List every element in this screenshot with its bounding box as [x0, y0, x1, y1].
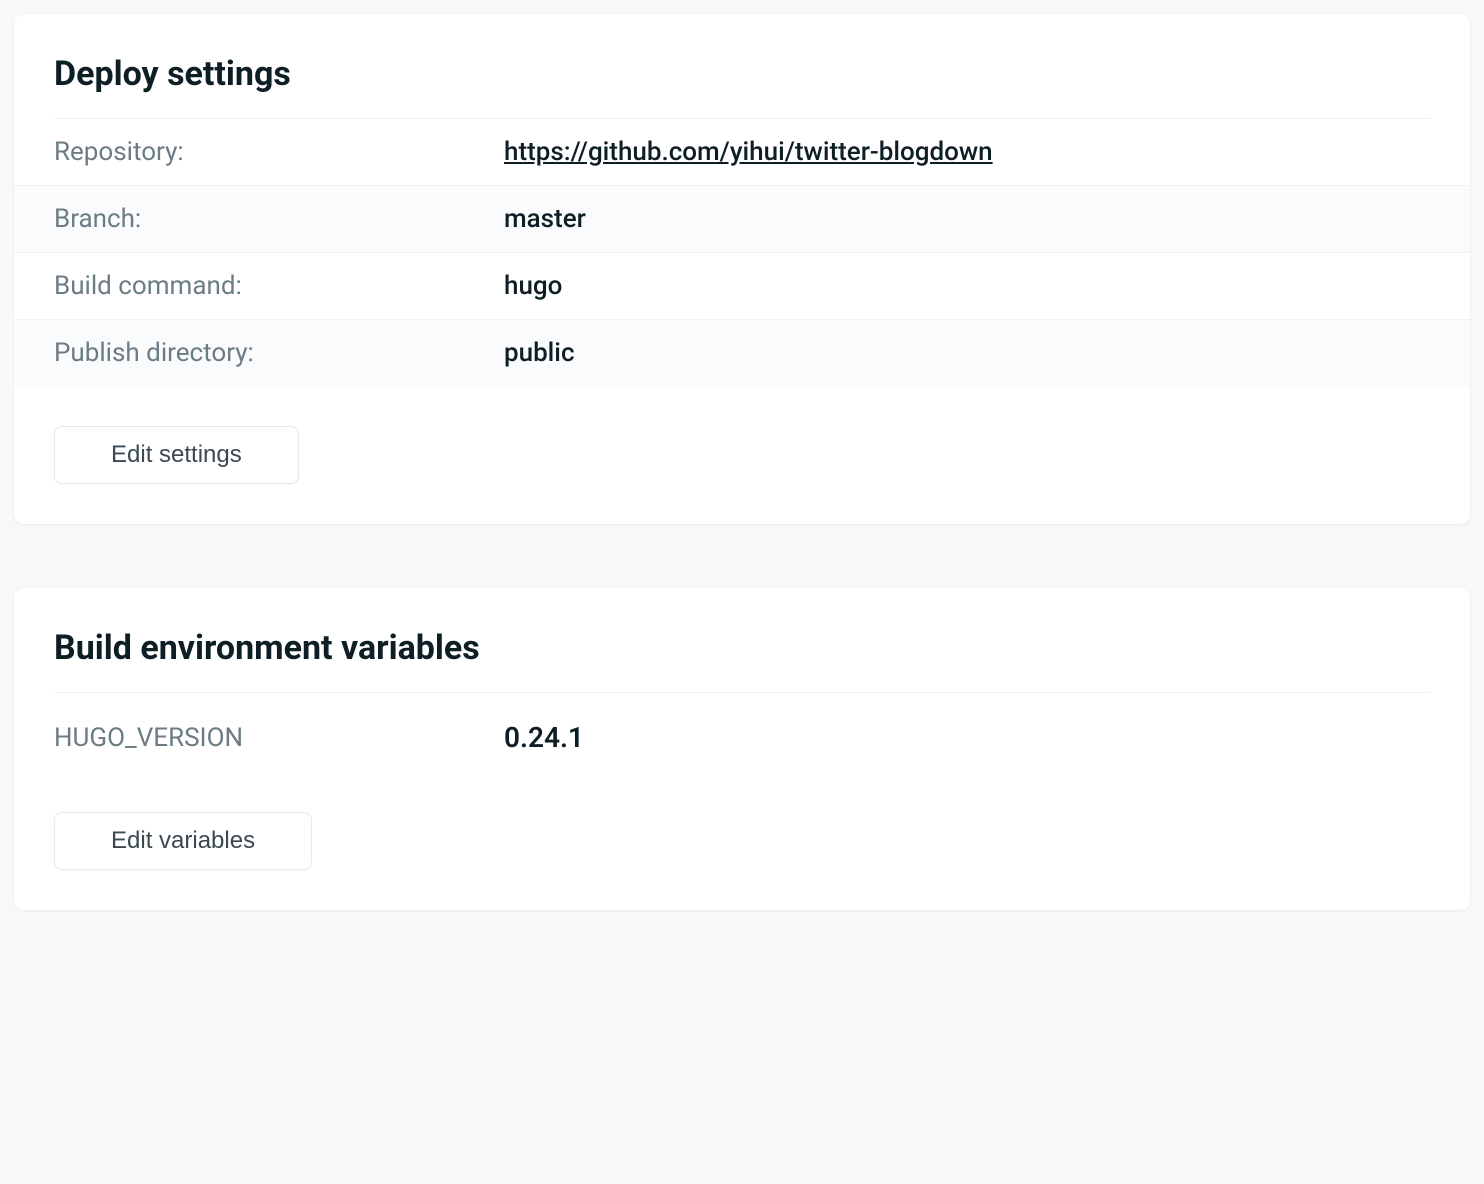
publish-directory-label: Publish directory: [54, 338, 504, 368]
edit-variables-button[interactable]: Edit variables [54, 812, 312, 870]
build-command-row: Build command: hugo [14, 253, 1470, 320]
branch-value: master [504, 204, 586, 234]
edit-settings-button[interactable]: Edit settings [54, 426, 299, 484]
branch-label: Branch: [54, 204, 504, 234]
deploy-settings-footer: Edit settings [54, 386, 1430, 484]
repository-link[interactable]: https://github.com/yihui/twitter-blogdow… [504, 137, 993, 167]
repository-label: Repository: [54, 137, 504, 167]
repository-row: Repository: https://github.com/yihui/twi… [14, 119, 1470, 186]
env-vars-title: Build environment variables [54, 628, 1430, 693]
deploy-settings-title: Deploy settings [54, 54, 1430, 119]
repository-value: https://github.com/yihui/twitter-blogdow… [504, 137, 993, 167]
branch-row: Branch: master [14, 186, 1470, 253]
env-vars-footer: Edit variables [54, 772, 1430, 870]
build-command-value: hugo [504, 271, 562, 301]
publish-directory-row: Publish directory: public [14, 320, 1470, 386]
publish-directory-value: public [504, 338, 575, 368]
env-var-label: HUGO_VERSION [54, 723, 504, 753]
env-vars-card: Build environment variables HUGO_VERSION… [14, 588, 1470, 910]
deploy-settings-rows: Repository: https://github.com/yihui/twi… [14, 119, 1470, 386]
env-var-row: HUGO_VERSION 0.24.1 [54, 693, 1430, 772]
env-var-value: 0.24.1 [504, 721, 584, 754]
deploy-settings-card: Deploy settings Repository: https://gith… [14, 14, 1470, 524]
build-command-label: Build command: [54, 271, 504, 301]
